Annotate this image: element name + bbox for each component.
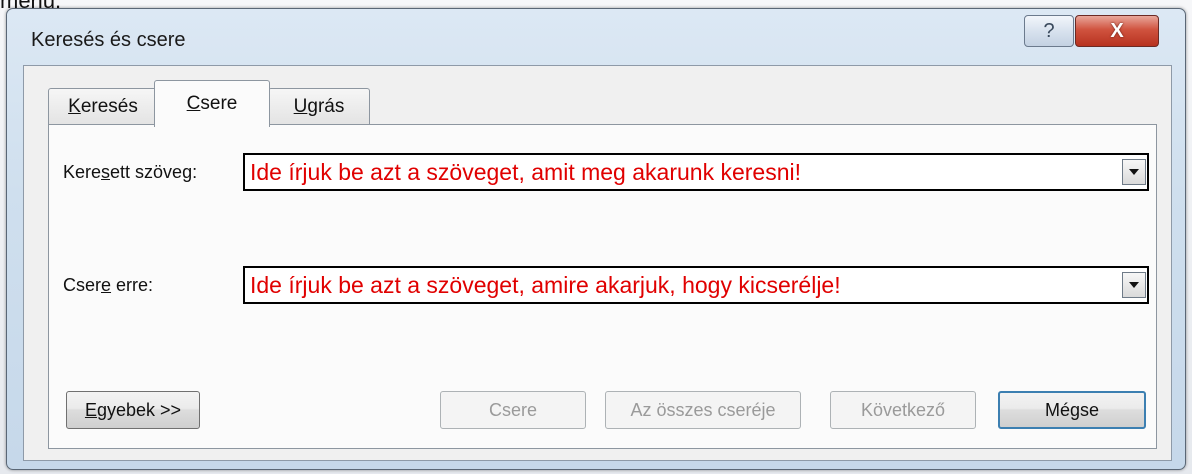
tab-find[interactable]: Keresés (48, 88, 158, 125)
more-button-label: Egyebek >> (84, 399, 182, 420)
chevron-down-icon (1129, 169, 1139, 175)
find-what-value: Ide írjuk be azt a szöveget, amit meg ak… (250, 159, 801, 185)
help-button[interactable]: ? (1024, 15, 1074, 47)
find-what-field[interactable]: Ide írjuk be azt a szöveget, amit meg ak… (243, 153, 1149, 191)
replace-with-value: Ide írjuk be azt a szöveget, amire akarj… (250, 272, 841, 298)
more-button[interactable]: Egyebek >> (66, 391, 200, 429)
tab-replace-label: Csere (186, 93, 238, 114)
tab-goto-label: Ugrás (293, 96, 345, 117)
find-what-dropdown[interactable] (1122, 159, 1146, 185)
find-replace-dialog: Keresés és csere ? X Keresés Csere Ugrás… (6, 8, 1186, 470)
chevron-down-icon (1129, 282, 1139, 288)
replace-with-dropdown[interactable] (1122, 272, 1146, 298)
replace-all-button[interactable]: Az összes cseréje (605, 391, 801, 429)
replace-tab-panel: Keresett szöveg: Ide írjuk be azt a szöv… (48, 124, 1157, 449)
replace-with-field[interactable]: Ide írjuk be azt a szöveget, amire akarj… (243, 266, 1149, 304)
tab-replace[interactable]: Csere (154, 80, 270, 127)
close-icon: X (1110, 19, 1124, 42)
find-what-label: Keresett szöveg: (63, 162, 198, 182)
help-icon: ? (1043, 19, 1055, 42)
find-next-button[interactable]: Következő (830, 391, 976, 429)
tab-goto[interactable]: Ugrás (268, 88, 370, 125)
replace-with-label: Csere erre: (63, 275, 154, 295)
close-button[interactable]: X (1075, 15, 1159, 47)
dialog-client-area: Keresés Csere Ugrás Keresett szöveg: Ide… (23, 65, 1172, 461)
tab-find-label: Keresés (68, 96, 138, 117)
replace-button[interactable]: Csere (440, 391, 586, 429)
cancel-button[interactable]: Mégse (998, 391, 1146, 429)
dialog-title: Keresés és csere (31, 29, 186, 51)
